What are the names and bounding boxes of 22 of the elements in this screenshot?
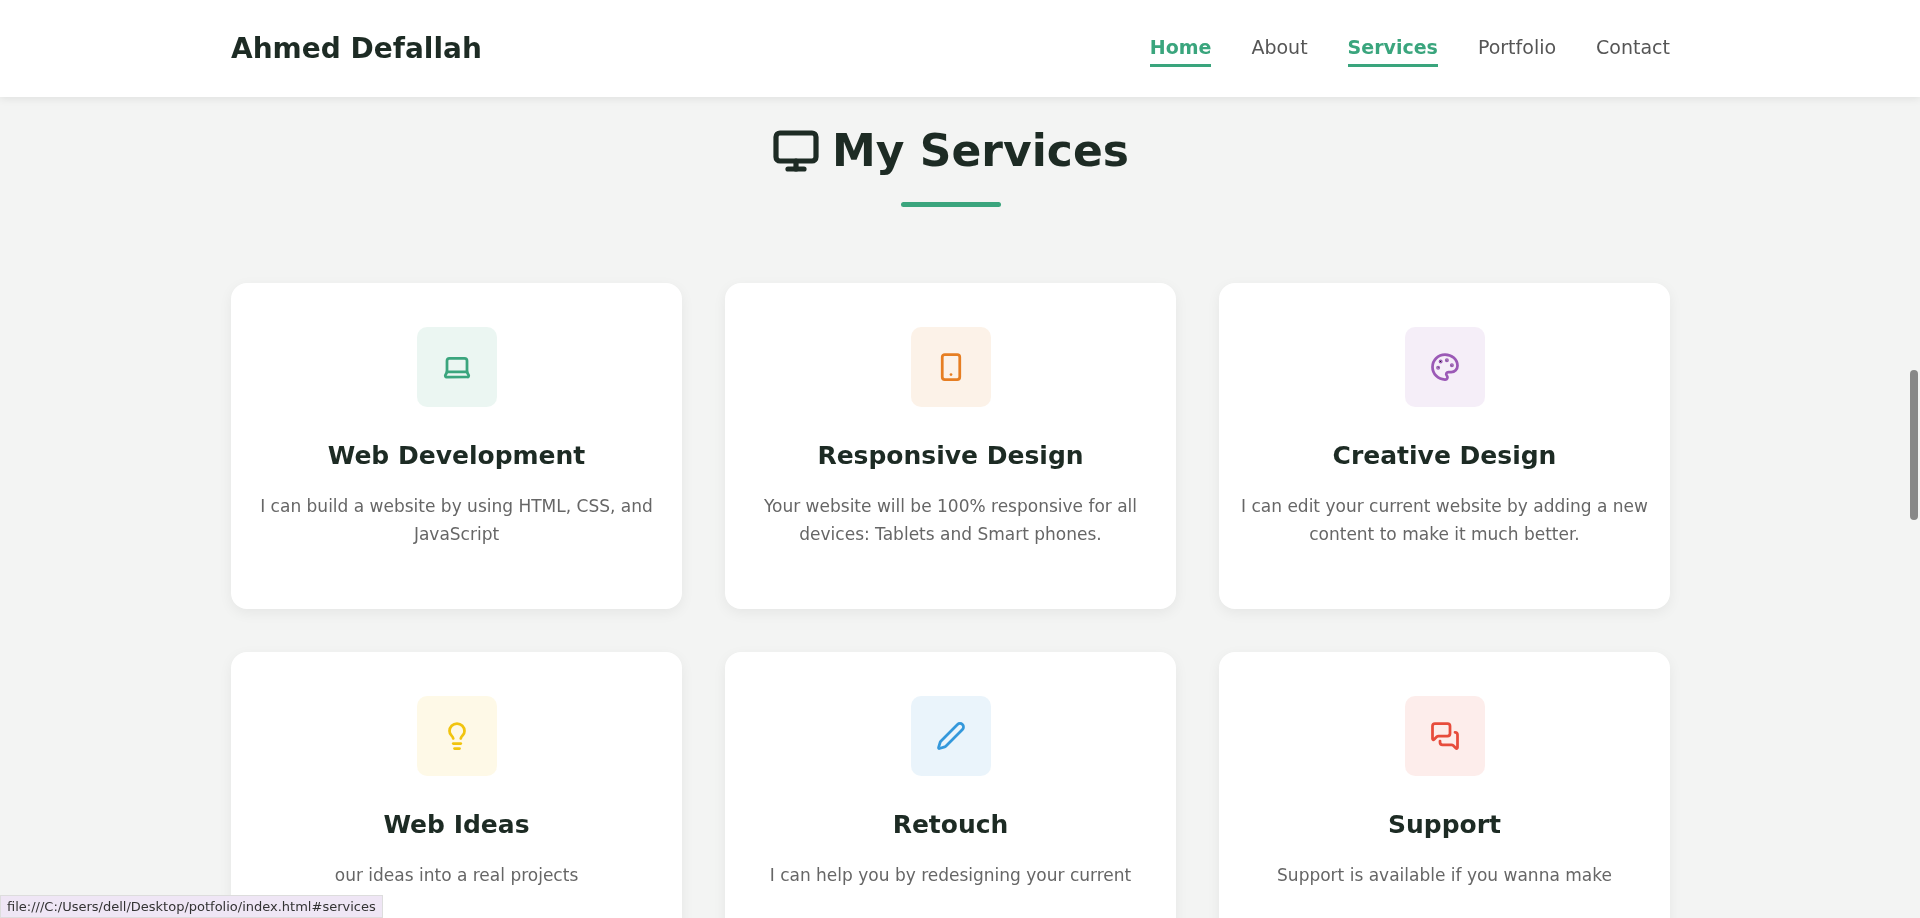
card-title: Responsive Design <box>817 441 1084 470</box>
pen-icon <box>935 721 966 751</box>
palette-icon <box>1429 352 1460 382</box>
card-title: Web Ideas <box>383 810 530 839</box>
card-title: Web Development <box>327 441 586 470</box>
status-url: file:///C:/Users/dell/Desktop/potfolio/index.html#services <box>0 895 383 918</box>
scrollbar-thumb[interactable] <box>1910 370 1918 520</box>
nav-link[interactable]: Contact <box>1596 30 1670 67</box>
brand-name: Ahmed Defallah <box>231 32 482 65</box>
card-title: Support <box>1387 810 1502 839</box>
card-description: I can help you by redesigning your current <box>769 864 1132 887</box>
chat-bubbles-icon <box>1429 721 1460 751</box>
card-title: Retouch <box>892 810 1009 839</box>
nav-link[interactable]: Portfolio <box>1477 30 1557 67</box>
card-description: Support is available if you wanna make <box>1277 864 1612 887</box>
card-description: our ideas into a real projects <box>334 864 579 887</box>
card-description: I can edit your current website by adding a new content to make it much better. <box>1240 495 1649 546</box>
section-title: My Services <box>832 125 1129 176</box>
card-description: I can build a website by using HTML, CSS, and JavaScript <box>259 495 654 546</box>
card-description: Your website will be 100% responsive for all devices: Tablets and Smart phones. <box>762 495 1139 546</box>
nav-link[interactable]: About <box>1251 30 1308 67</box>
card-title: Creative Design <box>1332 441 1557 470</box>
